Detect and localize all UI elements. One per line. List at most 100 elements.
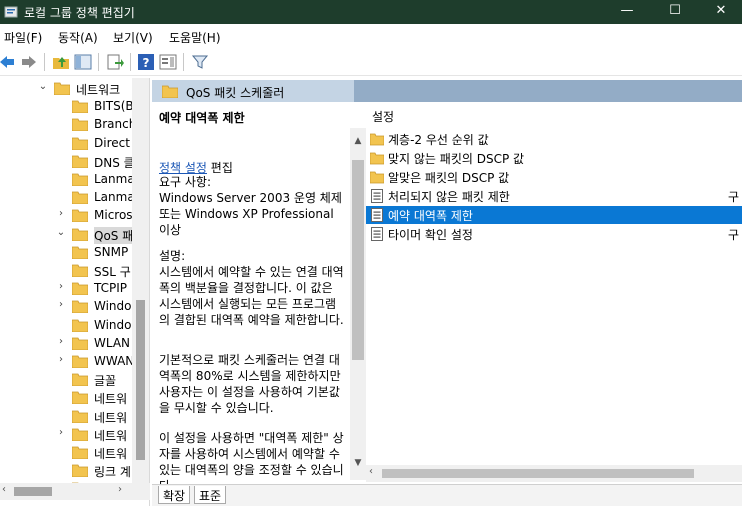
tree-item-label: DNS 클: [94, 155, 135, 170]
tree-item[interactable]: ⌄ QoS 패: [0, 226, 149, 244]
tree-item-label: 글꼴: [94, 374, 117, 389]
tree-item[interactable]: 네트워: [0, 408, 149, 426]
folder-icon: [72, 246, 88, 259]
folder-list-item[interactable]: 맞지 않는 패킷의 DSCP 값: [366, 149, 742, 167]
filter-icon[interactable]: [191, 53, 209, 71]
folder-icon: [72, 410, 88, 423]
close-button[interactable]: ✕: [698, 0, 742, 24]
folder-icon: [72, 209, 88, 223]
setting-list-item[interactable]: 처리되지 않은 패킷 제한 구: [366, 187, 742, 205]
scroll-down-icon[interactable]: ▼: [350, 458, 366, 468]
column-header-setting[interactable]: 설정: [372, 108, 394, 125]
menu-help[interactable]: 도움말(H): [169, 29, 221, 46]
list-item-label: 계층-2 우선 순위 값: [388, 133, 489, 147]
minimize-button[interactable]: —: [604, 0, 650, 24]
scroll-up-icon[interactable]: ▲: [350, 136, 366, 146]
tree-item[interactable]: Lanma: [0, 189, 149, 207]
menu-file[interactable]: 파일(F): [4, 29, 42, 46]
properties-pane-icon[interactable]: [159, 53, 177, 71]
list-horizontal-scrollbar[interactable]: ‹: [366, 465, 742, 482]
tree-item[interactable]: › Windo: [0, 298, 149, 316]
folder-icon: [72, 373, 88, 387]
folder-icon: [72, 264, 88, 277]
help-icon[interactable]: ?: [137, 53, 155, 71]
tree-item-label: QoS 패: [94, 226, 134, 244]
tree-item[interactable]: Lanma: [0, 171, 149, 189]
tree-item[interactable]: Branch: [0, 116, 149, 134]
folder-icon: [72, 391, 88, 405]
collapsed-chevron-icon[interactable]: ›: [55, 336, 67, 347]
tree-item-label: TCPIP: [94, 281, 128, 296]
list-item-state: 구: [728, 190, 740, 204]
tree-item[interactable]: SNMP: [0, 244, 149, 262]
show-hide-tree-icon[interactable]: [74, 53, 92, 71]
tree-item[interactable]: 네트워: [0, 389, 149, 407]
menu-action[interactable]: 동작(A): [58, 29, 98, 46]
tree-item[interactable]: 글꼴: [0, 371, 149, 389]
collapsed-chevron-icon[interactable]: ›: [55, 299, 67, 310]
tree-item[interactable]: 링크 계: [0, 462, 149, 480]
expanded-chevron-icon[interactable]: ⌄: [37, 81, 49, 92]
folder-icon: [162, 85, 178, 98]
folder-icon: [370, 171, 384, 184]
tree-item[interactable]: 네트워: [0, 444, 149, 462]
tree-item[interactable]: Windo: [0, 317, 149, 335]
requirements-text: 요구 사항: Windows Server 2003 운영 체제 또는 Wind…: [159, 175, 342, 237]
collapsed-chevron-icon[interactable]: ›: [55, 281, 67, 292]
collapsed-chevron-icon[interactable]: ›: [55, 427, 67, 438]
tab-extended[interactable]: 확장: [158, 486, 191, 504]
tree-item[interactable]: › WLAN: [0, 335, 149, 353]
tree-item[interactable]: Direct: [0, 135, 149, 153]
expanded-chevron-icon[interactable]: ⌄: [55, 227, 67, 238]
tree-item-label: Branch: [94, 117, 137, 132]
scrollbar-thumb[interactable]: [14, 487, 52, 496]
tree-item[interactable]: › TCPIP: [0, 280, 149, 298]
scroll-left-icon[interactable]: ‹: [2, 484, 6, 495]
folder-icon: [72, 355, 88, 368]
toolbar: ?: [0, 48, 742, 76]
scroll-right-icon[interactable]: ›: [118, 484, 122, 495]
scrollbar-thumb[interactable]: [352, 160, 364, 360]
window-title: 로컬 그룹 정책 편집기: [24, 6, 135, 20]
tree-vertical-scrollbar[interactable]: [132, 78, 149, 483]
list-item-label: 타이머 확인 설정: [388, 228, 473, 242]
folder-icon: [72, 319, 88, 332]
setting-list-item[interactable]: 타이머 확인 설정 구: [366, 225, 742, 243]
tree-item-label: SSL 구: [94, 265, 131, 279]
folder-icon: [72, 137, 88, 150]
scroll-left-icon[interactable]: ‹: [369, 466, 373, 477]
tab-standard[interactable]: 표준: [194, 486, 227, 504]
tree-item[interactable]: SSL 구: [0, 262, 149, 280]
description-scrollbar[interactable]: ▲ ▼: [350, 128, 366, 480]
policy-setting-icon: [371, 227, 383, 241]
tree-horizontal-scrollbar[interactable]: ‹ ›: [0, 483, 150, 500]
setting-list-item[interactable]: 예약 대역폭 제한: [366, 206, 742, 224]
forward-arrow-icon[interactable]: [20, 53, 38, 71]
tree-item[interactable]: › Micros: [0, 207, 149, 225]
folder-icon: [72, 191, 88, 205]
tree-item-label: Windo: [94, 317, 132, 332]
export-list-icon[interactable]: [106, 53, 124, 71]
tree-item-label: 네트워: [94, 392, 128, 407]
tree-item[interactable]: BITS(B: [0, 98, 149, 116]
edit-policy-link[interactable]: 정책 설정: [159, 161, 207, 175]
tree-item-label: Lanma: [94, 172, 135, 186]
tree-item-label: Micros: [94, 208, 133, 223]
collapsed-chevron-icon[interactable]: ›: [55, 208, 67, 219]
up-folder-icon[interactable]: [52, 53, 70, 71]
back-arrow-icon[interactable]: [0, 53, 16, 71]
folder-icon: [72, 337, 88, 350]
tree-item[interactable]: ⌄ 네트워크: [0, 80, 149, 98]
tree-item[interactable]: › 네트워: [0, 426, 149, 444]
scrollbar-thumb[interactable]: [136, 300, 145, 460]
tree-item[interactable]: › WWAN: [0, 353, 149, 371]
collapsed-chevron-icon[interactable]: ›: [55, 354, 67, 365]
maximize-button[interactable]: ☐: [652, 0, 698, 24]
folder-icon: [72, 282, 88, 296]
folder-list-item[interactable]: 계층-2 우선 순위 값: [366, 130, 742, 148]
folder-header-tab: QoS 패킷 스케줄러: [152, 80, 354, 102]
folder-list-item[interactable]: 알맞은 패킷의 DSCP 값: [366, 168, 742, 186]
scrollbar-thumb[interactable]: [382, 469, 694, 478]
tree-item[interactable]: DNS 클: [0, 153, 149, 171]
menu-view[interactable]: 보기(V): [113, 29, 153, 46]
